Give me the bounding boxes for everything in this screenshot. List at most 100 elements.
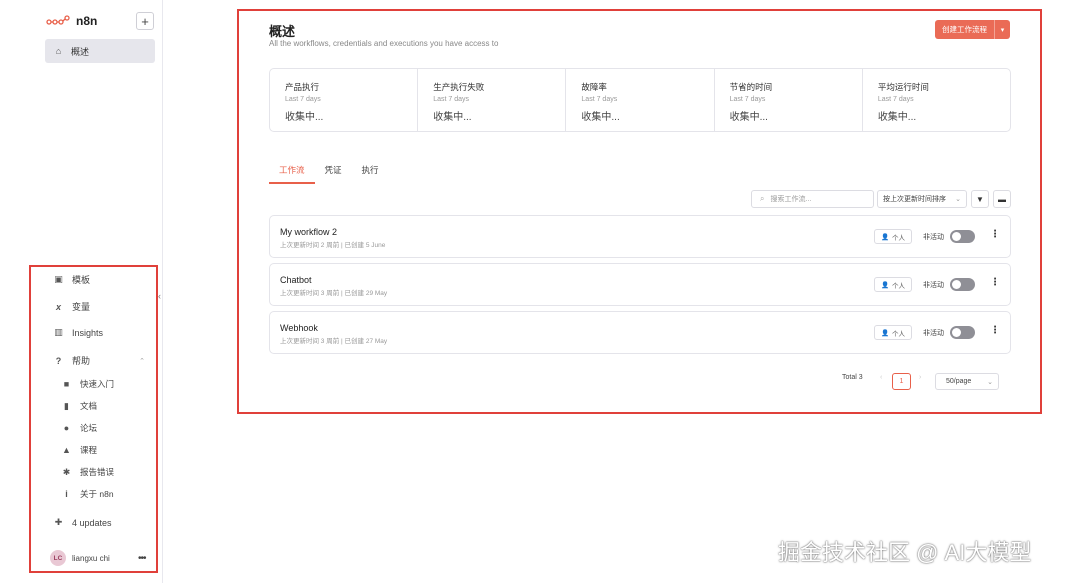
active-toggle[interactable] (950, 278, 975, 291)
graduation-icon: ▲ (62, 445, 71, 455)
per-page-value: 50/page (946, 378, 972, 385)
sidebar-item-label: 变量 (72, 302, 91, 312)
help-item-forum[interactable]: ● 论坛 (61, 422, 97, 434)
sidebar-item-variables[interactable]: x 变量 (53, 300, 90, 313)
n8n-logo[interactable]: n8n (46, 14, 97, 28)
help-item-about[interactable]: i 关于 n8n (61, 488, 114, 500)
sidebar-item-templates[interactable]: ▣ 模板 (53, 273, 90, 286)
owner-badge: 👤 个人 (874, 229, 912, 244)
watermark: 掘金技术社区 @ AI大模型 (778, 540, 1032, 565)
stat-period: Last 7 days (433, 96, 470, 103)
help-item-label: 课程 (80, 445, 98, 455)
user-menu[interactable]: LC liangxu chi (50, 550, 110, 566)
gift-icon: ✚ (54, 517, 63, 527)
more-vertical-icon[interactable]: ⋮ (990, 277, 1000, 288)
sidebar-item-help[interactable]: ? 帮助 ⌃ (53, 354, 145, 367)
stat-value: 收集中... (729, 112, 768, 123)
help-item-label: 报告错误 (80, 467, 115, 477)
add-button[interactable]: + (136, 12, 154, 30)
workflow-name[interactable]: My workflow 2 (280, 227, 337, 237)
tab-bar: 工作流 凭证 执行 (269, 162, 389, 184)
more-vertical-icon[interactable]: ⋮ (990, 325, 1000, 336)
brand-name: n8n (76, 14, 98, 28)
stat-production-executions[interactable]: 产品执行 Last 7 days 收集中... (270, 69, 419, 131)
help-item-docs[interactable]: ▮ 文档 (61, 400, 97, 412)
user-name: liangxu chi (72, 553, 110, 563)
status-label: 非活动 (923, 234, 944, 241)
sidebar-item-label: 概述 (71, 46, 90, 57)
sidebar-item-overview[interactable]: ⌂ 概述 (45, 39, 155, 63)
user-icon: 👤 (880, 281, 890, 289)
question-icon: ? (55, 355, 62, 366)
tab-workflows[interactable]: 工作流 (269, 162, 315, 184)
user-icon: 👤 (880, 329, 890, 337)
help-item-courses[interactable]: ▲ 课程 (61, 444, 97, 456)
stat-time-saved[interactable]: 节省的时间 Last 7 days 收集中... (715, 69, 863, 131)
page-title: 概述 (269, 24, 296, 39)
workflow-row[interactable]: Webhook 上次更新时间 3 周前 | 已创建 27 May 👤 个人 非活动… (269, 311, 1011, 354)
sidebar-item-label: 模板 (72, 275, 91, 285)
folder-add-icon: ▬ (998, 194, 1006, 204)
filter-icon: ▼ (976, 194, 984, 204)
next-page-icon[interactable]: › (919, 374, 921, 381)
owner-label: 个人 (892, 282, 906, 290)
stat-failed-executions[interactable]: 生产执行失败 Last 7 days 收集中... (418, 69, 567, 131)
workflow-row[interactable]: My workflow 2 上次更新时间 2 周前 | 已创建 5 June 👤… (269, 215, 1011, 258)
filter-button[interactable]: ▼ (971, 190, 989, 208)
stat-period: Last 7 days (877, 96, 914, 103)
collapse-chevron-icon[interactable]: ‹ (158, 291, 161, 301)
workflow-meta: 上次更新时间 3 周前 | 已创建 29 May (280, 290, 388, 297)
owner-badge: 👤 个人 (874, 277, 912, 292)
page-number-current[interactable]: 1 (892, 373, 911, 390)
folder-button[interactable]: ▬ (993, 190, 1011, 208)
help-item-label: 关于 n8n (80, 489, 114, 499)
create-workflow-label[interactable]: 创建工作流程 (935, 20, 994, 39)
stat-value: 收集中... (285, 112, 324, 123)
search-input[interactable]: ⌕ 搜索工作流... (751, 190, 874, 208)
status-label: 非活动 (923, 282, 944, 289)
sidebar-item-insights[interactable]: ▥ Insights (53, 327, 103, 338)
stat-name: 生产执行失败 (433, 82, 485, 92)
help-item-quickstart[interactable]: ■ 快速入门 (61, 378, 114, 390)
stat-name: 节省的时间 (729, 82, 773, 92)
user-more-icon[interactable]: ••• (138, 553, 146, 564)
status-label: 非活动 (923, 330, 944, 337)
stat-failure-rate[interactable]: 故障率 Last 7 days 收集中... (566, 69, 715, 131)
help-item-report-bug[interactable]: ✱ 报告错误 (61, 466, 114, 478)
sidebar: n8n + ⌂ 概述 ‹ ▣ 模板 x 变量 ▥ Insights ? 帮助 ⌃… (0, 0, 163, 583)
chevron-down-icon[interactable]: ▾ (994, 20, 1010, 39)
workflow-name[interactable]: Chatbot (280, 275, 312, 285)
help-item-label: 文档 (80, 401, 98, 411)
tab-credentials[interactable]: 凭证 (315, 162, 352, 184)
create-workflow-button[interactable]: 创建工作流程 ▾ (935, 20, 1010, 39)
stat-value: 收集中... (433, 112, 472, 123)
active-toggle[interactable] (950, 326, 975, 339)
tab-executions[interactable]: 执行 (352, 162, 389, 184)
sidebar-item-updates[interactable]: ✚ 4 updates (53, 517, 112, 528)
help-item-label: 快速入门 (80, 379, 115, 389)
n8n-logo-icon (46, 15, 70, 25)
stat-name: 平均运行时间 (877, 82, 929, 92)
active-toggle[interactable] (950, 230, 975, 243)
chevron-up-icon: ⌃ (139, 357, 145, 365)
owner-label: 个人 (892, 330, 906, 338)
workflow-row[interactable]: Chatbot 上次更新时间 3 周前 | 已创建 29 May 👤 个人 非活动… (269, 263, 1011, 306)
help-item-label: 论坛 (80, 423, 98, 433)
sidebar-item-label: Insights (72, 327, 104, 338)
stat-name: 故障率 (581, 82, 607, 92)
stat-name: 产品执行 (285, 82, 320, 92)
more-vertical-icon[interactable]: ⋮ (990, 229, 1000, 240)
overview-panel: 概述 All the workflows, credentials and ex… (237, 9, 1042, 414)
prev-page-icon[interactable]: ‹ (880, 374, 882, 381)
per-page-select[interactable]: 50/page ⌄ (935, 373, 999, 390)
sort-select[interactable]: 按上次更新时间排序 ⌄ (877, 190, 967, 208)
owner-label: 个人 (892, 234, 906, 242)
stat-value: 收集中... (877, 112, 917, 123)
workflow-meta: 上次更新时间 3 周前 | 已创建 27 May (280, 338, 388, 345)
book-icon: ▮ (64, 400, 69, 411)
chevron-down-icon: ⌄ (987, 378, 993, 386)
users-icon: ● (63, 423, 70, 433)
user-icon: 👤 (880, 233, 890, 241)
stat-average-runtime[interactable]: 平均运行时间 Last 7 days 收集中... (863, 69, 1010, 131)
workflow-name[interactable]: Webhook (280, 323, 318, 333)
